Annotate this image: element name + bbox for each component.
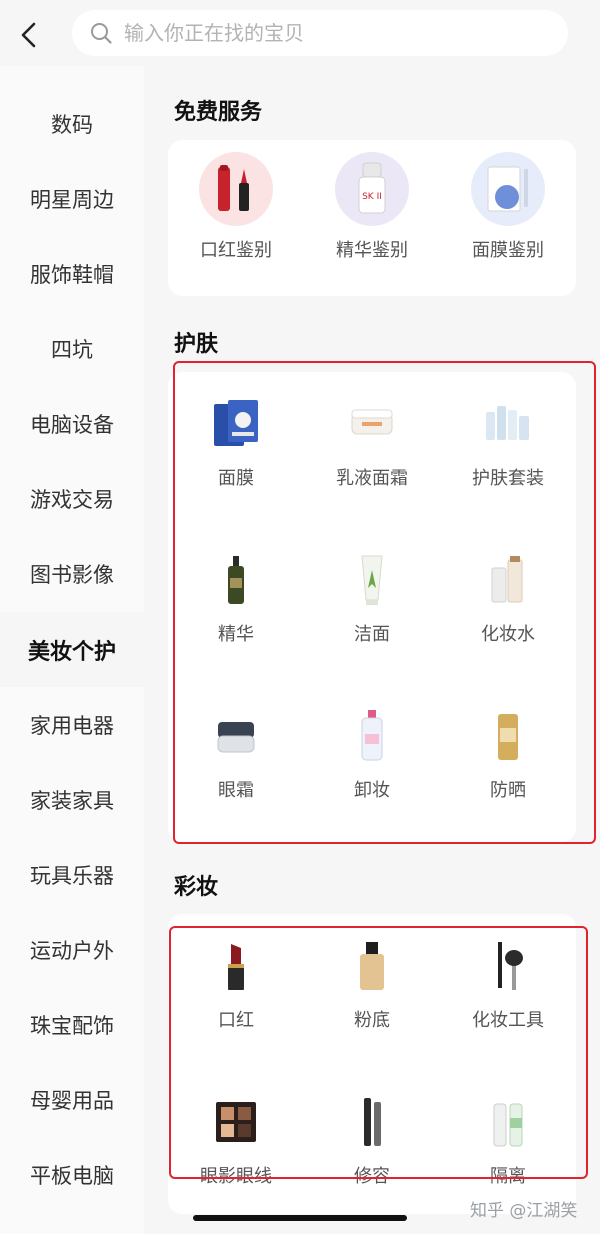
- skincare-item-set[interactable]: 护肤套装: [440, 394, 576, 490]
- free-service-label: 精华鉴别: [336, 240, 408, 261]
- sidebar-item-baby[interactable]: 母婴用品: [0, 1062, 144, 1137]
- free-service-item-mask[interactable]: 面膜鉴别: [440, 152, 576, 262]
- sidebar-item-furniture[interactable]: 家装家具: [0, 762, 144, 837]
- top-bar: 输入你正在找的宝贝: [0, 0, 600, 66]
- makeup-item-lipstick[interactable]: 口红: [168, 936, 304, 1032]
- section-title-skincare: 护肤: [174, 332, 219, 357]
- skincare-set-icon: [478, 394, 538, 454]
- micellar-water-icon: [342, 706, 402, 766]
- watermark: 知乎 @江湖笑: [470, 1201, 578, 1221]
- skincare-label: 化妆水: [481, 624, 535, 645]
- skincare-item-toner[interactable]: 化妆水: [440, 550, 576, 646]
- makeup-card: 口红 粉底 化妆工具 眼影眼线 修容 隔离: [168, 914, 576, 1214]
- toner-bottle-icon: [478, 550, 538, 610]
- section-title-free-service: 免费服务: [174, 100, 263, 125]
- makeup-label: 化妆工具: [472, 1010, 544, 1031]
- sidebar-item-apparel[interactable]: 服饰鞋帽: [0, 236, 144, 311]
- back-arrow-icon[interactable]: [14, 18, 44, 52]
- skincare-item-makeup-remover[interactable]: 卸妆: [304, 706, 440, 802]
- makeup-label: 粉底: [354, 1010, 390, 1031]
- sidebar-item-books[interactable]: 图书影像: [0, 536, 144, 611]
- eye-cream-jar-icon: [206, 706, 266, 766]
- skincare-label: 洁面: [354, 624, 390, 645]
- skincare-item-eye-cream[interactable]: 眼霜: [168, 706, 304, 802]
- skincare-label: 防晒: [490, 780, 526, 801]
- essence-bottle-icon: [206, 550, 266, 610]
- free-service-label: 面膜鉴别: [472, 240, 544, 261]
- skincare-label: 护肤套装: [472, 468, 544, 489]
- eyeshadow-palette-icon: [206, 1092, 266, 1152]
- skincare-label: 精华: [218, 624, 254, 645]
- sidebar-item-games[interactable]: 游戏交易: [0, 461, 144, 536]
- cream-jar-icon: [342, 394, 402, 454]
- skincare-item-sunscreen[interactable]: 防晒: [440, 706, 576, 802]
- sidebar-item-sports[interactable]: 运动户外: [0, 912, 144, 987]
- sidebar-item-digital[interactable]: 数码: [0, 86, 144, 161]
- skincare-item-essence[interactable]: 精华: [168, 550, 304, 646]
- essence-auth-icon: SK II: [335, 152, 409, 226]
- free-service-item-lipstick[interactable]: 口红鉴别: [168, 152, 304, 262]
- primer-bottle-icon: [478, 1092, 538, 1152]
- makeup-item-foundation[interactable]: 粉底: [304, 936, 440, 1032]
- sidebar-item-appliances[interactable]: 家用电器: [0, 687, 144, 762]
- lipstick-icon: [206, 936, 266, 996]
- free-service-item-essence[interactable]: SK II 精华鉴别: [304, 152, 440, 262]
- sidebar-item-tablet[interactable]: 平板电脑: [0, 1137, 144, 1212]
- makeup-brush-icon: [478, 936, 538, 996]
- home-indicator: [193, 1215, 407, 1221]
- search-placeholder[interactable]: 输入你正在找的宝贝: [124, 20, 304, 46]
- makeup-label: 眼影眼线: [200, 1166, 272, 1187]
- sidebar-item-jewelry[interactable]: 珠宝配饰: [0, 987, 144, 1062]
- skincare-card: 面膜 乳液面霜 护肤套装 精华 洁面 化妆水 眼霜 卸妆 防晒: [168, 372, 576, 842]
- sidebar-item-star-merch[interactable]: 明星周边: [0, 161, 144, 236]
- skincare-label: 眼霜: [218, 780, 254, 801]
- free-service-label: 口红鉴别: [200, 240, 272, 261]
- face-mask-icon: [206, 394, 266, 454]
- category-sidebar: 数码 明星周边 服饰鞋帽 四坑 电脑设备 游戏交易 图书影像 美妆个护 家用电器…: [0, 66, 144, 1234]
- sidebar-item-toys[interactable]: 玩具乐器: [0, 837, 144, 912]
- makeup-label: 修容: [354, 1166, 390, 1187]
- sidebar-item-computer[interactable]: 电脑设备: [0, 386, 144, 461]
- sidebar-item-beauty[interactable]: 美妆个护: [0, 612, 144, 687]
- lipstick-auth-icon: [199, 152, 273, 226]
- cleanser-tube-icon: [342, 550, 402, 610]
- makeup-item-tools[interactable]: 化妆工具: [440, 936, 576, 1032]
- skincare-item-cream[interactable]: 乳液面霜: [304, 394, 440, 490]
- skincare-item-mask[interactable]: 面膜: [168, 394, 304, 490]
- skincare-item-cleanser[interactable]: 洁面: [304, 550, 440, 646]
- makeup-label: 隔离: [490, 1166, 526, 1187]
- makeup-item-contour[interactable]: 修容: [304, 1092, 440, 1188]
- skincare-label: 乳液面霜: [336, 468, 408, 489]
- skincare-label: 面膜: [218, 468, 254, 489]
- section-title-makeup: 彩妆: [174, 875, 219, 900]
- search-bar[interactable]: 输入你正在找的宝贝: [72, 10, 568, 56]
- search-icon: [91, 23, 112, 44]
- foundation-bottle-icon: [342, 936, 402, 996]
- sidebar-item-sikeng[interactable]: 四坑: [0, 311, 144, 386]
- svg-text:SK II: SK II: [362, 192, 382, 202]
- free-service-card: 口红鉴别 SK II 精华鉴别 面膜鉴别: [168, 140, 576, 296]
- contour-stick-icon: [342, 1092, 402, 1152]
- makeup-item-primer[interactable]: 隔离: [440, 1092, 576, 1188]
- makeup-label: 口红: [218, 1010, 254, 1031]
- skincare-label: 卸妆: [354, 780, 390, 801]
- sunscreen-bottle-icon: [478, 706, 538, 766]
- mask-auth-icon: [471, 152, 545, 226]
- makeup-item-eyeshadow[interactable]: 眼影眼线: [168, 1092, 304, 1188]
